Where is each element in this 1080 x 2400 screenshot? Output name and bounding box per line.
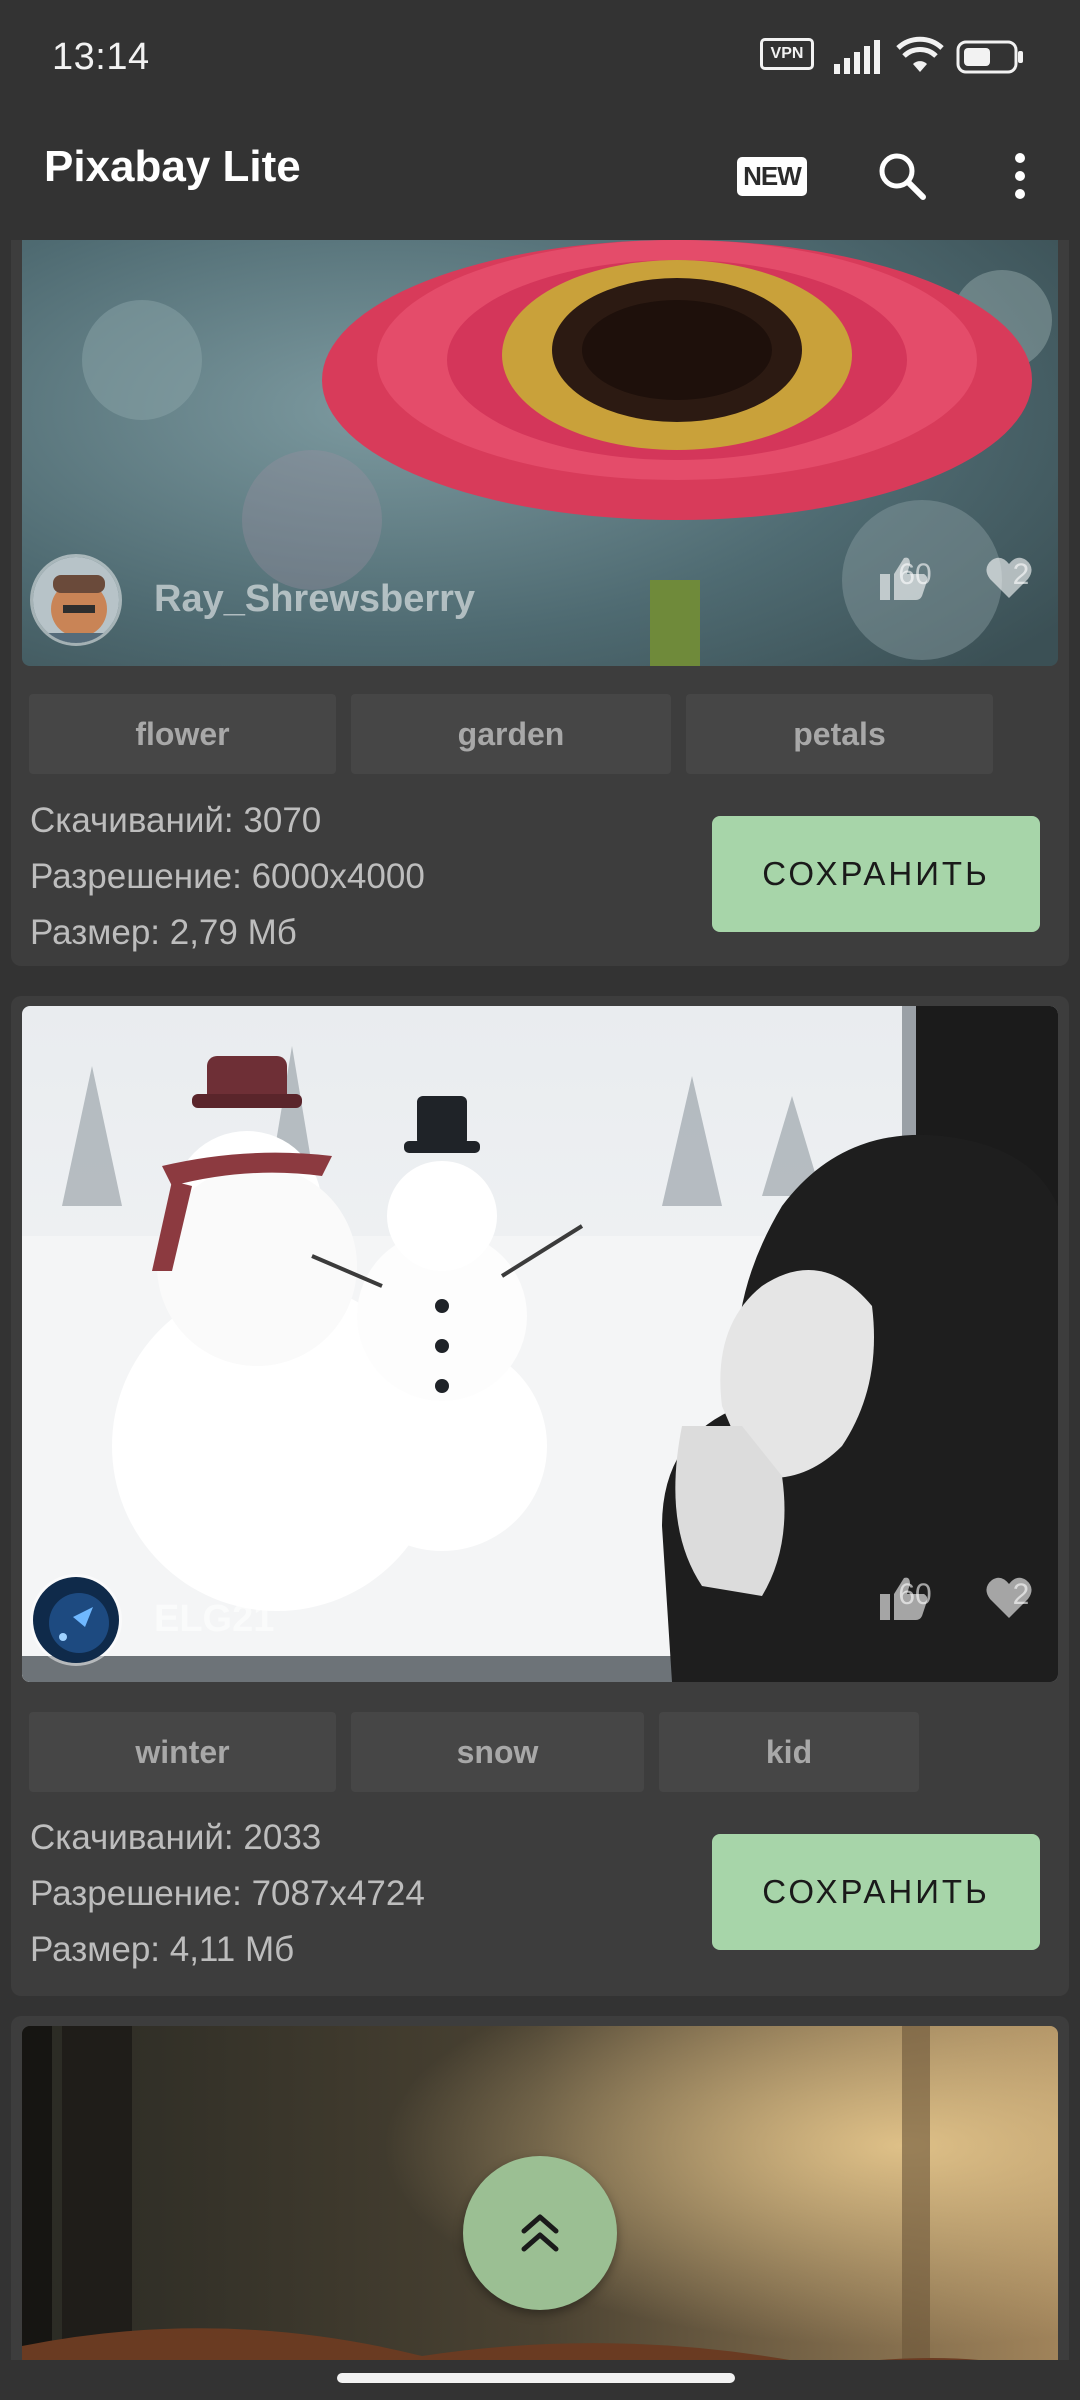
save-button[interactable]: СОХРАНИТЬ bbox=[712, 816, 1040, 932]
heart-icon bbox=[986, 557, 1032, 598]
favorites-counter[interactable]: 2 bbox=[986, 1576, 1056, 1618]
signal-icon bbox=[834, 40, 880, 74]
more-options-button[interactable] bbox=[974, 130, 1066, 222]
tag-chip[interactable]: kid bbox=[659, 1712, 919, 1792]
status-bar: 13:14 VPN bbox=[0, 0, 1080, 116]
app-toolbar: Pixabay Lite NEW bbox=[0, 116, 1080, 240]
resolution-text: Разрешение: 7087x4724 bbox=[30, 1874, 425, 1913]
author-avatar[interactable] bbox=[30, 1574, 122, 1666]
battery-icon bbox=[956, 40, 1023, 74]
tag-chip[interactable]: garden bbox=[351, 694, 671, 774]
image-feed[interactable]: Ray_Shrewsberry 60 2 flower garden petal… bbox=[0, 240, 1080, 2360]
save-button[interactable]: СОХРАНИТЬ bbox=[712, 1834, 1040, 1950]
tag-list: winter snow kid bbox=[29, 1712, 1019, 1792]
tag-list: flower garden petals bbox=[29, 694, 1019, 774]
author-name[interactable]: Ray_Shrewsberry bbox=[154, 578, 475, 621]
vpn-icon: VPN bbox=[760, 38, 814, 70]
new-icon: NEW bbox=[737, 156, 807, 196]
image-preview[interactable]: Ray_Shrewsberry 60 2 bbox=[22, 240, 1058, 666]
author-avatar[interactable] bbox=[30, 554, 122, 646]
downloads-text: Скачиваний: 2033 bbox=[30, 1818, 322, 1857]
status-icons: VPN bbox=[760, 36, 1030, 78]
thumbs-up-icon bbox=[880, 1577, 928, 1620]
image-info: Скачиваний: 2033 Разрешение: 7087x4724 Р… bbox=[30, 1810, 425, 1978]
tag-chip[interactable]: snow bbox=[351, 1712, 644, 1792]
tag-chip[interactable]: flower bbox=[29, 694, 336, 774]
wifi-icon bbox=[896, 36, 944, 72]
size-text: Размер: 2,79 Мб bbox=[30, 913, 297, 952]
size-text: Размер: 4,11 Мб bbox=[30, 1930, 295, 1969]
avatar-image bbox=[33, 557, 119, 643]
image-info: Скачиваний: 3070 Разрешение: 6000x4000 Р… bbox=[30, 793, 425, 961]
avatar-image bbox=[33, 1577, 119, 1663]
status-time: 13:14 bbox=[52, 36, 150, 78]
likes-counter[interactable]: 60 bbox=[880, 1576, 950, 1620]
tag-chip[interactable]: petals bbox=[686, 694, 993, 774]
author-name[interactable]: ELG21 bbox=[154, 1598, 274, 1641]
system-nav-bar bbox=[0, 2360, 1080, 2400]
image-preview[interactable]: ELG21 60 2 bbox=[22, 1006, 1058, 1682]
image-card: Ray_Shrewsberry 60 2 flower garden petal… bbox=[11, 240, 1069, 966]
search-icon bbox=[879, 153, 926, 200]
image-card: ELG21 60 2 winter snow kid Скачиваний: 2… bbox=[11, 996, 1069, 1996]
new-button[interactable]: NEW bbox=[726, 130, 818, 222]
app-title: Pixabay Lite bbox=[44, 142, 301, 191]
likes-counter[interactable]: 60 bbox=[880, 556, 950, 600]
downloads-text: Скачиваний: 3070 bbox=[30, 801, 322, 840]
double-chevron-up-icon bbox=[521, 2214, 559, 2252]
resolution-text: Разрешение: 6000x4000 bbox=[30, 857, 425, 896]
search-button[interactable] bbox=[856, 130, 948, 222]
favorites-counter[interactable]: 2 bbox=[986, 556, 1056, 598]
thumbs-up-icon bbox=[880, 557, 928, 600]
scroll-to-top-button[interactable] bbox=[463, 2156, 617, 2310]
heart-icon bbox=[986, 1577, 1032, 1618]
home-indicator[interactable] bbox=[337, 2373, 735, 2383]
tag-chip[interactable]: winter bbox=[29, 1712, 336, 1792]
more-vert-icon bbox=[1015, 153, 1025, 199]
